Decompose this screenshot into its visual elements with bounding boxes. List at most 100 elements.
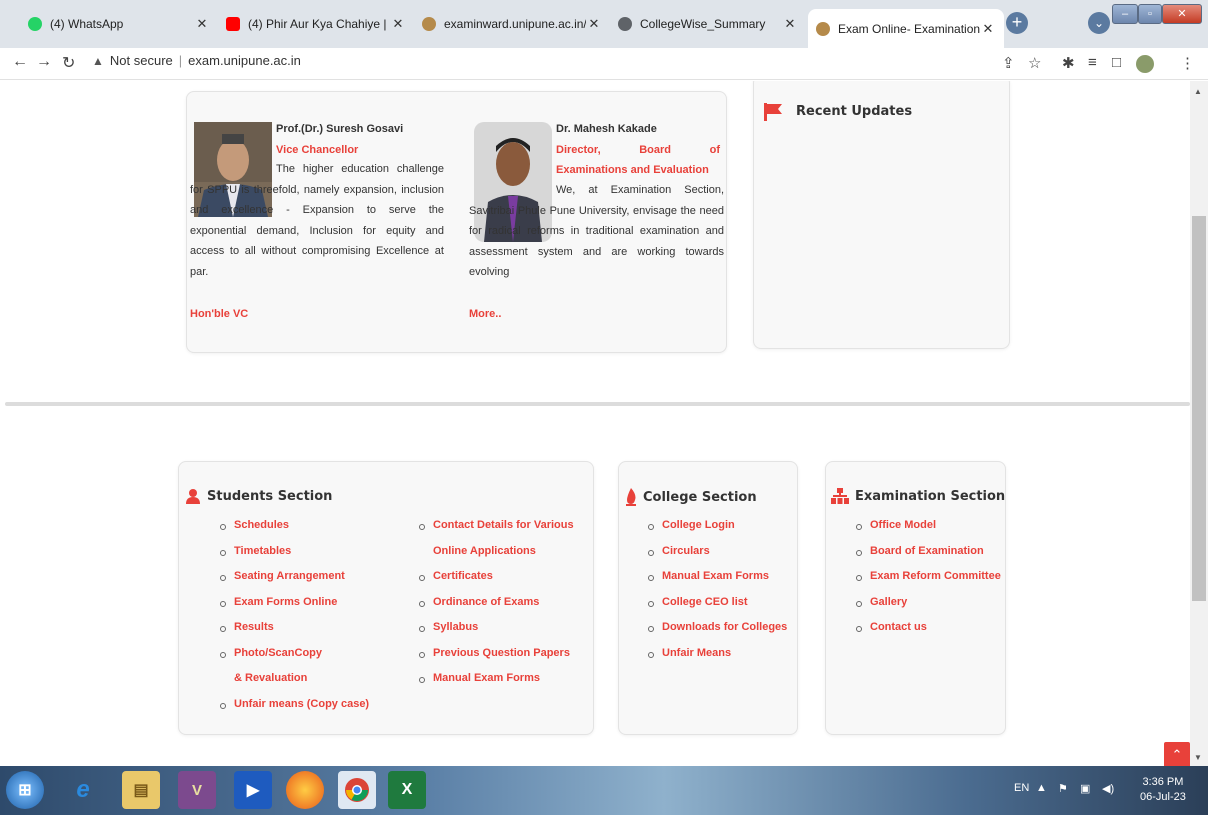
share-icon[interactable]: ⇪	[1002, 54, 1015, 72]
clock-date: 06-Jul-23	[1140, 791, 1186, 803]
scrollbar-thumb[interactable]	[1192, 216, 1206, 601]
close-icon[interactable]: ✕	[586, 16, 602, 32]
side-panel-icon[interactable]: □	[1112, 54, 1121, 71]
action-center-flag-icon[interactable]: ⚑	[1058, 782, 1068, 795]
file-explorer-icon[interactable]: ▤	[122, 771, 160, 809]
hon-vc-link[interactable]: Hon'ble VC	[190, 304, 248, 325]
user-icon	[186, 489, 200, 504]
youtube-icon	[226, 17, 240, 31]
address-bar[interactable]: ▲ Not secure | exam.unipune.ac.in	[92, 53, 301, 68]
system-clock[interactable]: 3:36 PM 06-Jul-23	[1140, 775, 1186, 805]
volume-icon[interactable]: ◀)	[1102, 782, 1114, 795]
window-close-button[interactable]: ✕	[1162, 4, 1202, 24]
more-link[interactable]: More..	[469, 304, 501, 325]
link-exam-forms-online[interactable]: Exam Forms Online	[220, 590, 390, 616]
university-seal-icon	[816, 21, 830, 36]
link-photo-scancopy[interactable]: Photo/ScanCopy & Revaluation	[220, 641, 332, 692]
students-links-col1: Schedules Timetables Seating Arrangement…	[220, 513, 390, 717]
director-header: Dr. Mahesh Kakade Director, Board of Exa…	[556, 119, 720, 181]
forward-icon[interactable]: →	[36, 53, 52, 71]
link-certificates[interactable]: Certificates	[419, 564, 589, 590]
star-icon[interactable]: ☆	[1028, 54, 1041, 72]
address-bar-row: ← → ↻ ▲ Not secure | exam.unipune.ac.in …	[0, 48, 1208, 80]
vc-name: Prof.(Dr.) Suresh Gosavi	[276, 123, 404, 135]
tab-search-button[interactable]: ⌄	[1088, 12, 1110, 34]
tab-collegewise-summary[interactable]: CollegeWise_Summary ✕	[610, 9, 806, 39]
college-section-heading: College Section	[625, 488, 757, 506]
reload-icon[interactable]: ↻	[62, 53, 75, 73]
link-timetables[interactable]: Timetables	[220, 539, 390, 565]
close-icon[interactable]: ✕	[782, 16, 798, 32]
back-icon[interactable]: ←	[12, 53, 28, 71]
link-gallery[interactable]: Gallery	[856, 590, 1004, 616]
link-unfair-means[interactable]: Unfair Means	[648, 641, 793, 667]
tab-exam-online[interactable]: Exam Online- Examination Sec ✕	[808, 9, 1004, 48]
menu-icon[interactable]: ⋮	[1180, 54, 1195, 72]
scroll-down-icon[interactable]: ▼	[1194, 753, 1202, 762]
link-schedules[interactable]: Schedules	[220, 513, 390, 539]
org-chart-icon	[831, 488, 849, 504]
director-role: Director, Board of Examinations and Eval…	[556, 143, 720, 177]
link-contact-us[interactable]: Contact us	[856, 615, 1004, 641]
tab-examinward[interactable]: examinward.unipune.ac.in/Exa ✕	[414, 9, 610, 39]
security-label: Not secure	[109, 53, 173, 68]
clock-time: 3:36 PM	[1142, 776, 1184, 788]
link-syllabus[interactable]: Syllabus	[419, 615, 589, 641]
chrome-icon[interactable]	[338, 771, 376, 809]
excel-icon[interactable]: X	[388, 771, 426, 809]
link-college-login[interactable]: College Login	[648, 513, 793, 539]
section-divider	[5, 402, 1190, 406]
tray-expand-icon[interactable]: ▲	[1036, 782, 1047, 794]
recent-updates-title: Recent Updates	[796, 104, 913, 119]
whatsapp-icon	[28, 17, 42, 31]
close-icon[interactable]: ✕	[194, 16, 210, 32]
close-icon[interactable]: ✕	[390, 16, 406, 32]
start-button[interactable]: ⊞	[6, 771, 44, 809]
link-board-of-examination[interactable]: Board of Examination	[856, 539, 1004, 565]
students-section-heading: Students Section	[185, 488, 332, 504]
media-player-icon[interactable]: ▶	[234, 771, 272, 809]
link-circulars[interactable]: Circulars	[648, 539, 793, 565]
network-icon[interactable]: ▣	[1080, 782, 1090, 795]
app-v-icon[interactable]: V	[178, 771, 216, 809]
page-scrollbar[interactable]: ▲ ▼	[1190, 81, 1208, 766]
profile-avatar[interactable]	[1136, 55, 1154, 73]
back-to-top-button[interactable]: ⌃	[1164, 742, 1190, 768]
firefox-icon[interactable]	[286, 771, 324, 809]
close-icon[interactable]: ✕	[980, 21, 996, 37]
link-results[interactable]: Results	[220, 615, 390, 641]
flag-icon	[764, 103, 782, 121]
examination-links: Office Model Board of Examination Exam R…	[856, 513, 1004, 641]
tab-youtube[interactable]: (4) Phir Aur Kya Chahiye | Zara ✕	[218, 9, 414, 39]
tab-whatsapp[interactable]: (4) WhatsApp ✕	[20, 9, 218, 39]
vc-message: The higher education challenge for SPPU …	[190, 163, 444, 278]
director-message: We, at Examination Section, Savitribai P…	[469, 184, 724, 278]
university-seal-icon	[422, 17, 436, 31]
link-exam-reform-committee[interactable]: Exam Reform Committee	[856, 564, 1004, 590]
link-college-ceo-list[interactable]: College CEO list	[648, 590, 793, 616]
internet-explorer-icon[interactable]: e	[64, 771, 102, 809]
link-unfair-means-copy-case[interactable]: Unfair means (Copy case)	[220, 692, 390, 718]
minimize-button[interactable]: –	[1112, 4, 1138, 24]
reading-list-icon[interactable]: ≡	[1088, 54, 1097, 71]
new-tab-button[interactable]: +	[1006, 12, 1028, 34]
scroll-up-icon[interactable]: ▲	[1194, 87, 1202, 96]
link-manual-exam-forms-college[interactable]: Manual Exam Forms	[648, 564, 793, 590]
link-previous-question-papers[interactable]: Previous Question Papers	[419, 641, 589, 667]
vc-role: Vice Chancellor	[276, 143, 359, 156]
link-seating-arrangement[interactable]: Seating Arrangement	[220, 564, 390, 590]
maximize-button[interactable]: ▫	[1138, 4, 1162, 24]
language-indicator[interactable]: EN	[1014, 782, 1029, 794]
link-contact-details[interactable]: Contact Details for Various Online Appli…	[419, 513, 581, 564]
vc-header: Prof.(Dr.) Suresh Gosavi Vice Chancellor	[276, 119, 443, 160]
link-downloads-for-colleges[interactable]: Downloads for Colleges	[648, 615, 793, 641]
link-manual-exam-forms[interactable]: Manual Exam Forms	[419, 666, 589, 692]
extensions-icon[interactable]: ✱	[1062, 54, 1075, 72]
tab-label: examinward.unipune.ac.in/Exa	[444, 17, 586, 31]
examination-section-title: Examination Section	[855, 488, 1006, 504]
link-ordinance-of-exams[interactable]: Ordinance of Exams	[419, 590, 589, 616]
tab-label: CollegeWise_Summary	[640, 17, 766, 31]
chrome-logo	[345, 778, 369, 802]
page-content: Prof.(Dr.) Suresh Gosavi Vice Chancellor…	[0, 81, 1190, 766]
link-office-model[interactable]: Office Model	[856, 513, 1004, 539]
